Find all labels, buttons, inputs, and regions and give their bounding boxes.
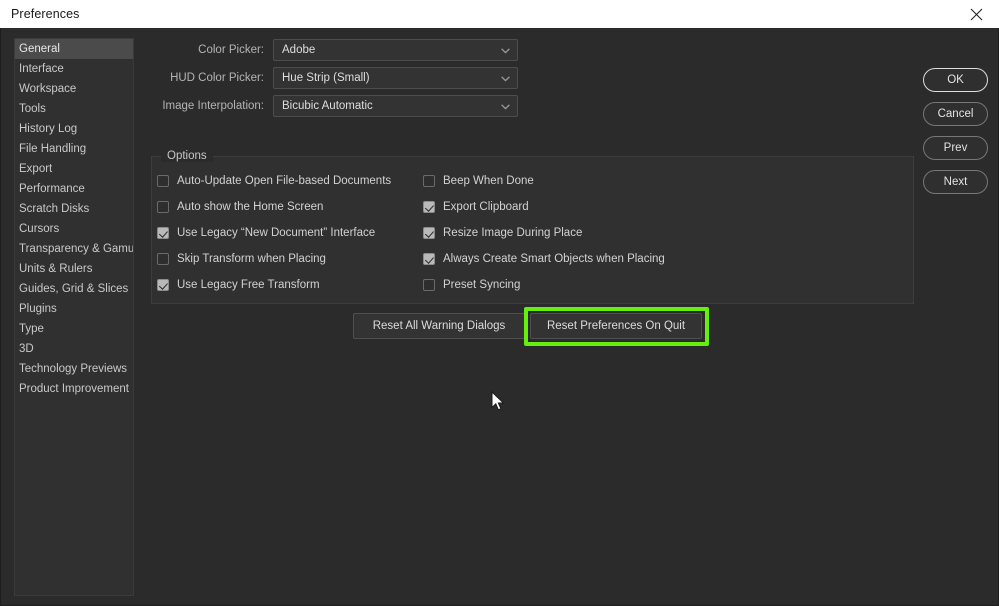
checkbox-preset-syncing[interactable]: Preset Syncing xyxy=(423,277,803,293)
window-titlebar: Preferences xyxy=(0,0,999,28)
ok-button[interactable]: OK xyxy=(923,68,988,92)
sidebar-item-plugins[interactable]: Plugins xyxy=(15,299,133,319)
sidebar-item-label: 3D xyxy=(19,343,34,355)
checkbox-label: Resize Image During Place xyxy=(443,227,583,239)
reset-preferences-on-quit-button[interactable]: Reset Preferences On Quit xyxy=(530,313,702,339)
sidebar-item-technology-previews[interactable]: Technology Previews xyxy=(15,359,133,379)
sidebar-item-label: Cursors xyxy=(19,223,60,235)
checkbox-label: Always Create Smart Objects when Placing xyxy=(443,253,665,265)
image-interpolation-row: Image Interpolation: Bicubic Automatic xyxy=(151,95,518,117)
sidebar-item-label: Units & Rulers xyxy=(19,263,93,275)
checkbox-label: Use Legacy “New Document” Interface xyxy=(177,227,376,239)
close-button[interactable] xyxy=(953,0,999,28)
sidebar-item-label: Product Improvement xyxy=(19,383,129,395)
sidebar-item-label: Workspace xyxy=(19,83,77,95)
image-interpolation-label: Image Interpolation: xyxy=(162,100,264,112)
sidebar-item-label: File Handling xyxy=(19,143,87,155)
checkbox-indicator[interactable] xyxy=(157,175,169,187)
checkbox-indicator[interactable] xyxy=(157,279,169,291)
color-picker-value: Adobe xyxy=(282,44,316,56)
sidebar-item-cursors[interactable]: Cursors xyxy=(15,219,133,239)
sidebar-item-interface[interactable]: Interface xyxy=(15,59,133,79)
dialog-body: General Interface Workspace Tools Histor… xyxy=(0,28,999,606)
checkbox-label: Use Legacy Free Transform xyxy=(177,279,320,291)
checkbox-export-clipboard[interactable]: Export Clipboard xyxy=(423,199,803,215)
color-picker-select[interactable]: Adobe xyxy=(273,39,518,61)
prev-button[interactable]: Prev xyxy=(923,136,988,160)
sidebar-item-performance[interactable]: Performance xyxy=(15,179,133,199)
next-button[interactable]: Next xyxy=(923,170,988,194)
hud-color-picker-label: HUD Color Picker: xyxy=(170,72,264,84)
checkbox-label: Skip Transform when Placing xyxy=(177,253,326,265)
reset-all-warning-dialogs-button[interactable]: Reset All Warning Dialogs xyxy=(353,313,525,339)
window-title: Preferences xyxy=(11,7,80,21)
sidebar-item-type[interactable]: Type xyxy=(15,319,133,339)
sidebar-item-export[interactable]: Export xyxy=(15,159,133,179)
checkbox-label: Auto show the Home Screen xyxy=(177,201,324,213)
checkbox-beep-when-done[interactable]: Beep When Done xyxy=(423,173,803,189)
preferences-dialog: Preferences General Interface Workspace … xyxy=(0,0,999,606)
color-picker-label: Color Picker: xyxy=(198,44,264,56)
sidebar-item-guides-grid-slices[interactable]: Guides, Grid & Slices xyxy=(15,279,133,299)
checkbox-indicator[interactable] xyxy=(423,279,435,291)
chevron-down-icon xyxy=(501,68,510,90)
close-icon xyxy=(970,8,983,21)
sidebar-item-label: Tools xyxy=(19,103,46,115)
checkbox-label: Beep When Done xyxy=(443,175,534,187)
sidebar-item-label: Scratch Disks xyxy=(19,203,90,215)
sidebar-item-units-rulers[interactable]: Units & Rulers xyxy=(15,259,133,279)
sidebar-item-label: Transparency & Gamut xyxy=(19,243,134,255)
hud-color-picker-row: HUD Color Picker: Hue Strip (Small) xyxy=(151,67,518,89)
sidebar-item-label: Interface xyxy=(19,63,64,75)
checkbox-label: Preset Syncing xyxy=(443,279,521,291)
hud-color-picker-value: Hue Strip (Small) xyxy=(282,72,370,84)
sidebar-item-label: Performance xyxy=(19,183,85,195)
image-interpolation-select[interactable]: Bicubic Automatic xyxy=(273,95,518,117)
sidebar-item-general[interactable]: General xyxy=(15,39,133,59)
sidebar-item-label: History Log xyxy=(19,123,78,135)
sidebar-item-tools[interactable]: Tools xyxy=(15,99,133,119)
cancel-button[interactable]: Cancel xyxy=(923,102,988,126)
sidebar-item-scratch-disks[interactable]: Scratch Disks xyxy=(15,199,133,219)
sidebar-item-history-log[interactable]: History Log xyxy=(15,119,133,139)
checkbox-indicator[interactable] xyxy=(157,227,169,239)
checkbox-indicator[interactable] xyxy=(157,201,169,213)
checkbox-resize-image-during-place[interactable]: Resize Image During Place xyxy=(423,225,803,241)
checkbox-label: Auto-Update Open File-based Documents xyxy=(177,175,392,187)
sidebar-item-product-improvement[interactable]: Product Improvement xyxy=(15,379,133,399)
preferences-category-list[interactable]: General Interface Workspace Tools Histor… xyxy=(14,38,134,596)
image-interpolation-value: Bicubic Automatic xyxy=(282,100,373,112)
sidebar-item-label: Technology Previews xyxy=(19,363,128,375)
hud-color-picker-select[interactable]: Hue Strip (Small) xyxy=(273,67,518,89)
sidebar-item-transparency-gamut[interactable]: Transparency & Gamut xyxy=(15,239,133,259)
checkbox-label: Export Clipboard xyxy=(443,201,529,213)
checkbox-always-create-smart-objects-when-placing[interactable]: Always Create Smart Objects when Placing xyxy=(423,251,803,267)
sidebar-item-label: Export xyxy=(19,163,53,175)
sidebar-item-label: Type xyxy=(19,323,44,335)
sidebar-item-file-handling[interactable]: File Handling xyxy=(15,139,133,159)
sidebar-item-3d[interactable]: 3D xyxy=(15,339,133,359)
color-picker-row: Color Picker: Adobe xyxy=(151,39,518,61)
sidebar-item-workspace[interactable]: Workspace xyxy=(15,79,133,99)
checkbox-indicator[interactable] xyxy=(423,175,435,187)
chevron-down-icon xyxy=(501,40,510,62)
sidebar-item-label: Guides, Grid & Slices xyxy=(19,283,129,295)
chevron-down-icon xyxy=(501,96,510,118)
checkbox-indicator[interactable] xyxy=(423,201,435,213)
options-checkbox-grid: Auto-Update Open File-based Documents Au… xyxy=(151,156,914,304)
checkbox-indicator[interactable] xyxy=(157,253,169,265)
checkbox-indicator[interactable] xyxy=(423,253,435,265)
checkbox-indicator[interactable] xyxy=(423,227,435,239)
sidebar-item-label: General xyxy=(19,43,60,55)
sidebar-item-label: Plugins xyxy=(19,303,57,315)
